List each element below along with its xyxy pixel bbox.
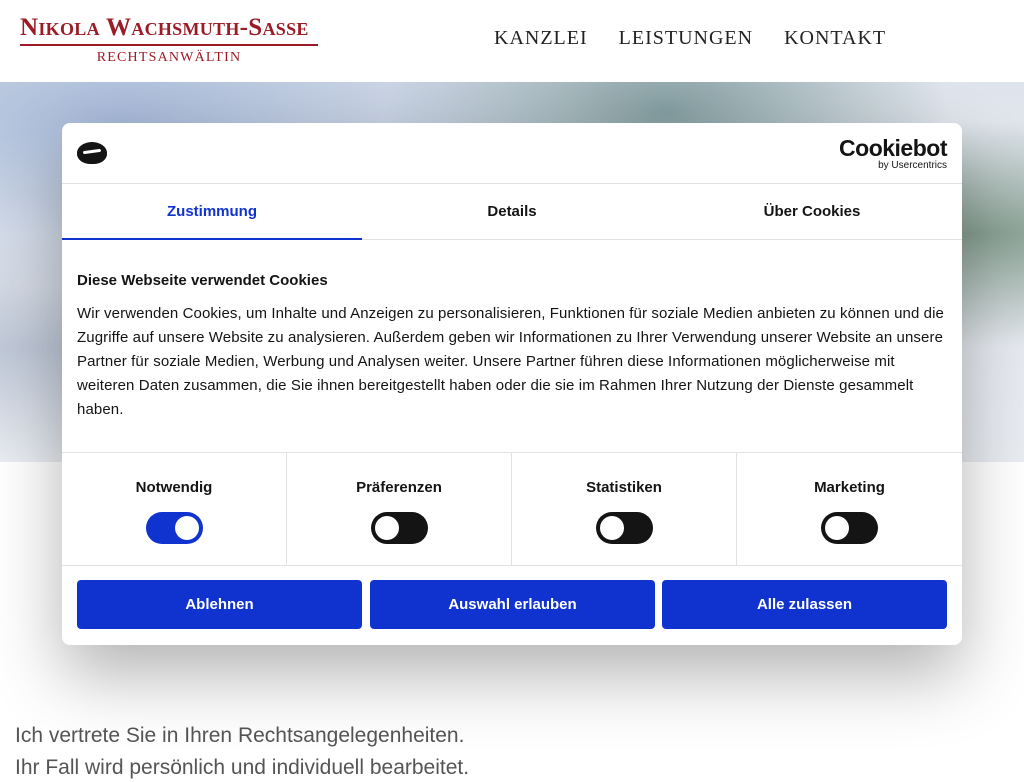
- toggle-label-praeferenzen: Präferenzen: [356, 479, 442, 496]
- allow-all-button[interactable]: Alle zulassen: [662, 580, 947, 629]
- toggle-cell-marketing: Marketing: [737, 453, 962, 565]
- toggle-statistiken[interactable]: [595, 512, 653, 544]
- toggle-knob: [374, 516, 399, 540]
- tab-details[interactable]: Details: [362, 184, 662, 239]
- logo-divider: [20, 44, 318, 46]
- cookiebot-brand-sub: by Usercentrics: [878, 160, 947, 171]
- tab-ueber-cookies[interactable]: Über Cookies: [662, 184, 962, 239]
- nav-item-kanzlei[interactable]: KANZLEI: [494, 26, 588, 50]
- toggle-label-notwendig: Notwendig: [135, 479, 213, 496]
- toggle-knob: [825, 516, 849, 540]
- toggle-notwendig[interactable]: [145, 512, 203, 544]
- cookie-title: Diese Webseite verwendet Cookies: [77, 272, 328, 289]
- intro-headline: Ich vertrete Sie in Ihren Rechtsangelege…: [15, 724, 465, 747]
- cookiebot-logo[interactable]: Cookiebot by Usercentrics: [839, 136, 947, 171]
- main-nav: KANZLEI LEISTUNGEN KONTAKT: [494, 26, 917, 50]
- site-header: Nikola Wachsmuth-Sasse RECHTSANWÄLTIN KA…: [0, 0, 1024, 82]
- tab-zustimmung[interactable]: Zustimmung: [62, 184, 362, 240]
- toggle-cell-statistiken: Statistiken: [512, 453, 737, 565]
- logo-name: Nikola Wachsmuth-Sasse: [20, 14, 309, 41]
- toggle-praeferenzen[interactable]: [370, 512, 428, 544]
- toggle-label-statistiken: Statistiken: [586, 479, 662, 496]
- toggle-cell-notwendig: Notwendig: [62, 453, 287, 565]
- logo-subtitle: RECHTSANWÄLTIN: [96, 50, 242, 65]
- nav-item-kontakt[interactable]: KONTAKT: [784, 26, 886, 50]
- toggle-marketing[interactable]: [821, 512, 878, 544]
- cookie-icon: [77, 142, 107, 164]
- cookie-dialog: Cookiebot by Usercentrics Zustimmung Det…: [62, 123, 962, 645]
- cookie-tabs: Zustimmung Details Über Cookies: [62, 184, 962, 240]
- cookie-description: Wir verwenden Cookies, um Inhalte und An…: [77, 305, 944, 418]
- toggle-label-marketing: Marketing: [814, 479, 885, 496]
- allow-selection-button[interactable]: Auswahl erlauben: [370, 580, 655, 629]
- consent-toggles: Notwendig Präferenzen Statistiken Market…: [62, 452, 962, 566]
- nav-item-leistungen[interactable]: LEISTUNGEN: [619, 26, 753, 50]
- decline-button[interactable]: Ablehnen: [77, 580, 362, 629]
- toggle-knob: [599, 516, 624, 540]
- toggle-cell-praeferenzen: Präferenzen: [287, 453, 512, 565]
- cookie-body: Diese Webseite verwendet Cookies Wir ver…: [77, 271, 947, 422]
- cookie-buttons: Ablehnen Auswahl erlauben Alle zulassen: [77, 580, 947, 630]
- site-logo[interactable]: Nikola Wachsmuth-Sasse RECHTSANWÄLTIN: [20, 14, 320, 66]
- cookiebot-brand: Cookiebot: [839, 135, 947, 161]
- toggle-knob: [174, 516, 199, 540]
- intro-subline: Ihr Fall wird persönlich und individuell…: [15, 756, 470, 779]
- cookie-dialog-header: Cookiebot by Usercentrics: [62, 123, 962, 184]
